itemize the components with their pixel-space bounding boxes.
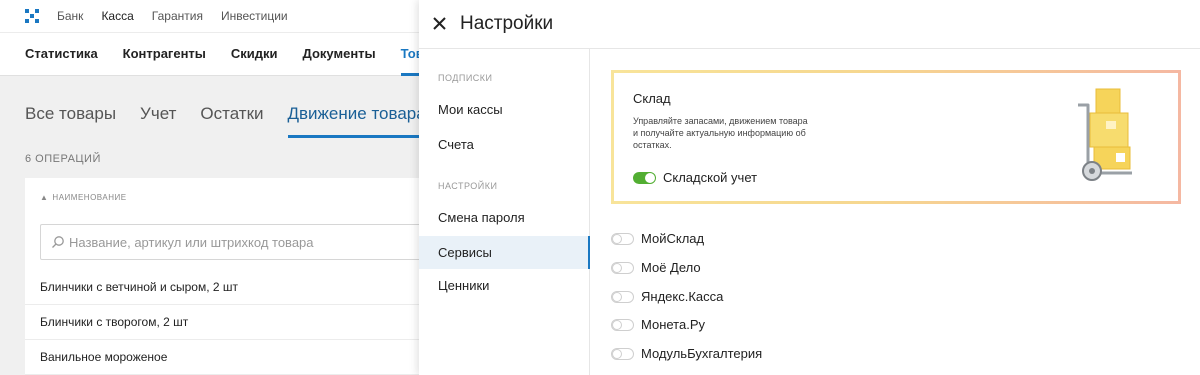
warehouse-card-description: Управляйте запасами, движением товара и … [633, 116, 808, 150]
table-row[interactable]: Ванильное мороженое [25, 340, 425, 375]
operations-count: 6 ОПЕРАЦИЙ [25, 153, 101, 165]
sidebar-item-change-password[interactable]: Смена пароля [419, 201, 589, 234]
topnav-investments[interactable]: Инвестиции [221, 9, 288, 23]
warehouse-toggle-row: Складской учет [633, 170, 757, 185]
topnav-guarantee[interactable]: Гарантия [152, 9, 203, 23]
sidebar-item-services[interactable]: Сервисы [419, 236, 590, 269]
modulbuh-toggle[interactable] [611, 347, 634, 360]
toggle-knob [612, 233, 622, 244]
sort-up-icon: ▲ [40, 193, 49, 202]
tab-movement[interactable]: Движение товара [287, 104, 426, 138]
table-row[interactable]: Блинчики с творогом, 2 шт [25, 305, 425, 340]
search-box [40, 224, 430, 260]
product-subtabs: Все товары Учет Остатки Движение товара [25, 104, 450, 138]
service-label: МодульБухгалтерия [641, 346, 763, 361]
sidebar-item-invoices[interactable]: Счета [419, 128, 589, 161]
toggle-knob [612, 291, 622, 302]
nav-documents[interactable]: Документы [303, 32, 376, 76]
topnav-kassa[interactable]: Касса [101, 9, 133, 23]
settings-panel: Настройки ПОДПИСКИ Мои кассы Счета НАСТР… [419, 0, 1200, 375]
moe-delo-toggle[interactable] [611, 261, 634, 274]
hand-truck-boxes-icon [1078, 88, 1132, 181]
tab-stock[interactable]: Остатки [200, 104, 263, 138]
column-header-name[interactable]: ▲ НАИМЕНОВАНИЕ [40, 193, 127, 202]
moneta-toggle[interactable] [611, 318, 634, 331]
logo-icon[interactable] [25, 9, 39, 23]
group-label-settings: НАСТРОЙКИ [438, 181, 498, 191]
operations-table: ▲НАИМЕНОВАНИЕ Блинчики с ветчиной и сыро… [25, 178, 430, 375]
sidebar-item-price-tags[interactable]: Ценники [419, 269, 589, 302]
close-icon[interactable] [433, 17, 446, 30]
nav-counterparties[interactable]: Контрагенты [123, 32, 206, 76]
service-label: Монета.Ру [641, 317, 706, 332]
table-row[interactable]: Блинчики с ветчиной и сыром, 2 шт [25, 270, 425, 305]
panel-header: Настройки [419, 0, 1200, 49]
search-input[interactable] [69, 234, 409, 250]
warehouse-toggle-label: Складской учет [663, 170, 758, 185]
topnav-bank[interactable]: Банк [57, 9, 83, 23]
toggle-knob [612, 319, 622, 330]
sidebar-item-my-registers[interactable]: Мои кассы [419, 93, 589, 126]
warehouse-card-title: Склад [633, 91, 671, 106]
yandex-kassa-toggle[interactable] [611, 290, 634, 303]
search-icon [52, 236, 64, 248]
tab-all-products[interactable]: Все товары [25, 104, 116, 138]
service-row-moysklad: МойСклад [611, 231, 704, 246]
panel-title: Настройки [460, 13, 554, 34]
service-row-modulbuh: МодульБухгалтерия [611, 346, 762, 361]
moysklad-toggle[interactable] [611, 232, 634, 245]
tab-accounting[interactable]: Учет [140, 104, 176, 138]
service-row-moe-delo: Моё Дело [611, 260, 701, 275]
toggle-knob [612, 262, 622, 273]
warehouse-accounting-toggle[interactable] [633, 171, 656, 184]
nav-discounts[interactable]: Скидки [231, 32, 278, 76]
group-label-subscriptions: ПОДПИСКИ [438, 73, 493, 83]
service-label: МойСклад [641, 231, 705, 246]
warehouse-card-body: Склад Управляйте запасами, движением тов… [614, 73, 1178, 201]
settings-sidebar: ПОДПИСКИ Мои кассы Счета НАСТРОЙКИ Смена… [419, 49, 590, 375]
service-label: Моё Дело [641, 260, 701, 275]
service-label: Яндекс.Касса [641, 289, 724, 304]
services-content: Склад Управляйте запасами, движением тов… [590, 49, 1200, 375]
service-row-yandex-kassa: Яндекс.Касса [611, 289, 723, 304]
toggle-knob [645, 172, 655, 183]
column-header-label: НАИМЕНОВАНИЕ [52, 193, 127, 202]
nav-statistics[interactable]: Статистика [25, 32, 98, 76]
toggle-knob [612, 348, 622, 359]
service-row-moneta: Монета.Ру [611, 317, 705, 332]
warehouse-card: Склад Управляйте запасами, движением тов… [611, 70, 1181, 204]
